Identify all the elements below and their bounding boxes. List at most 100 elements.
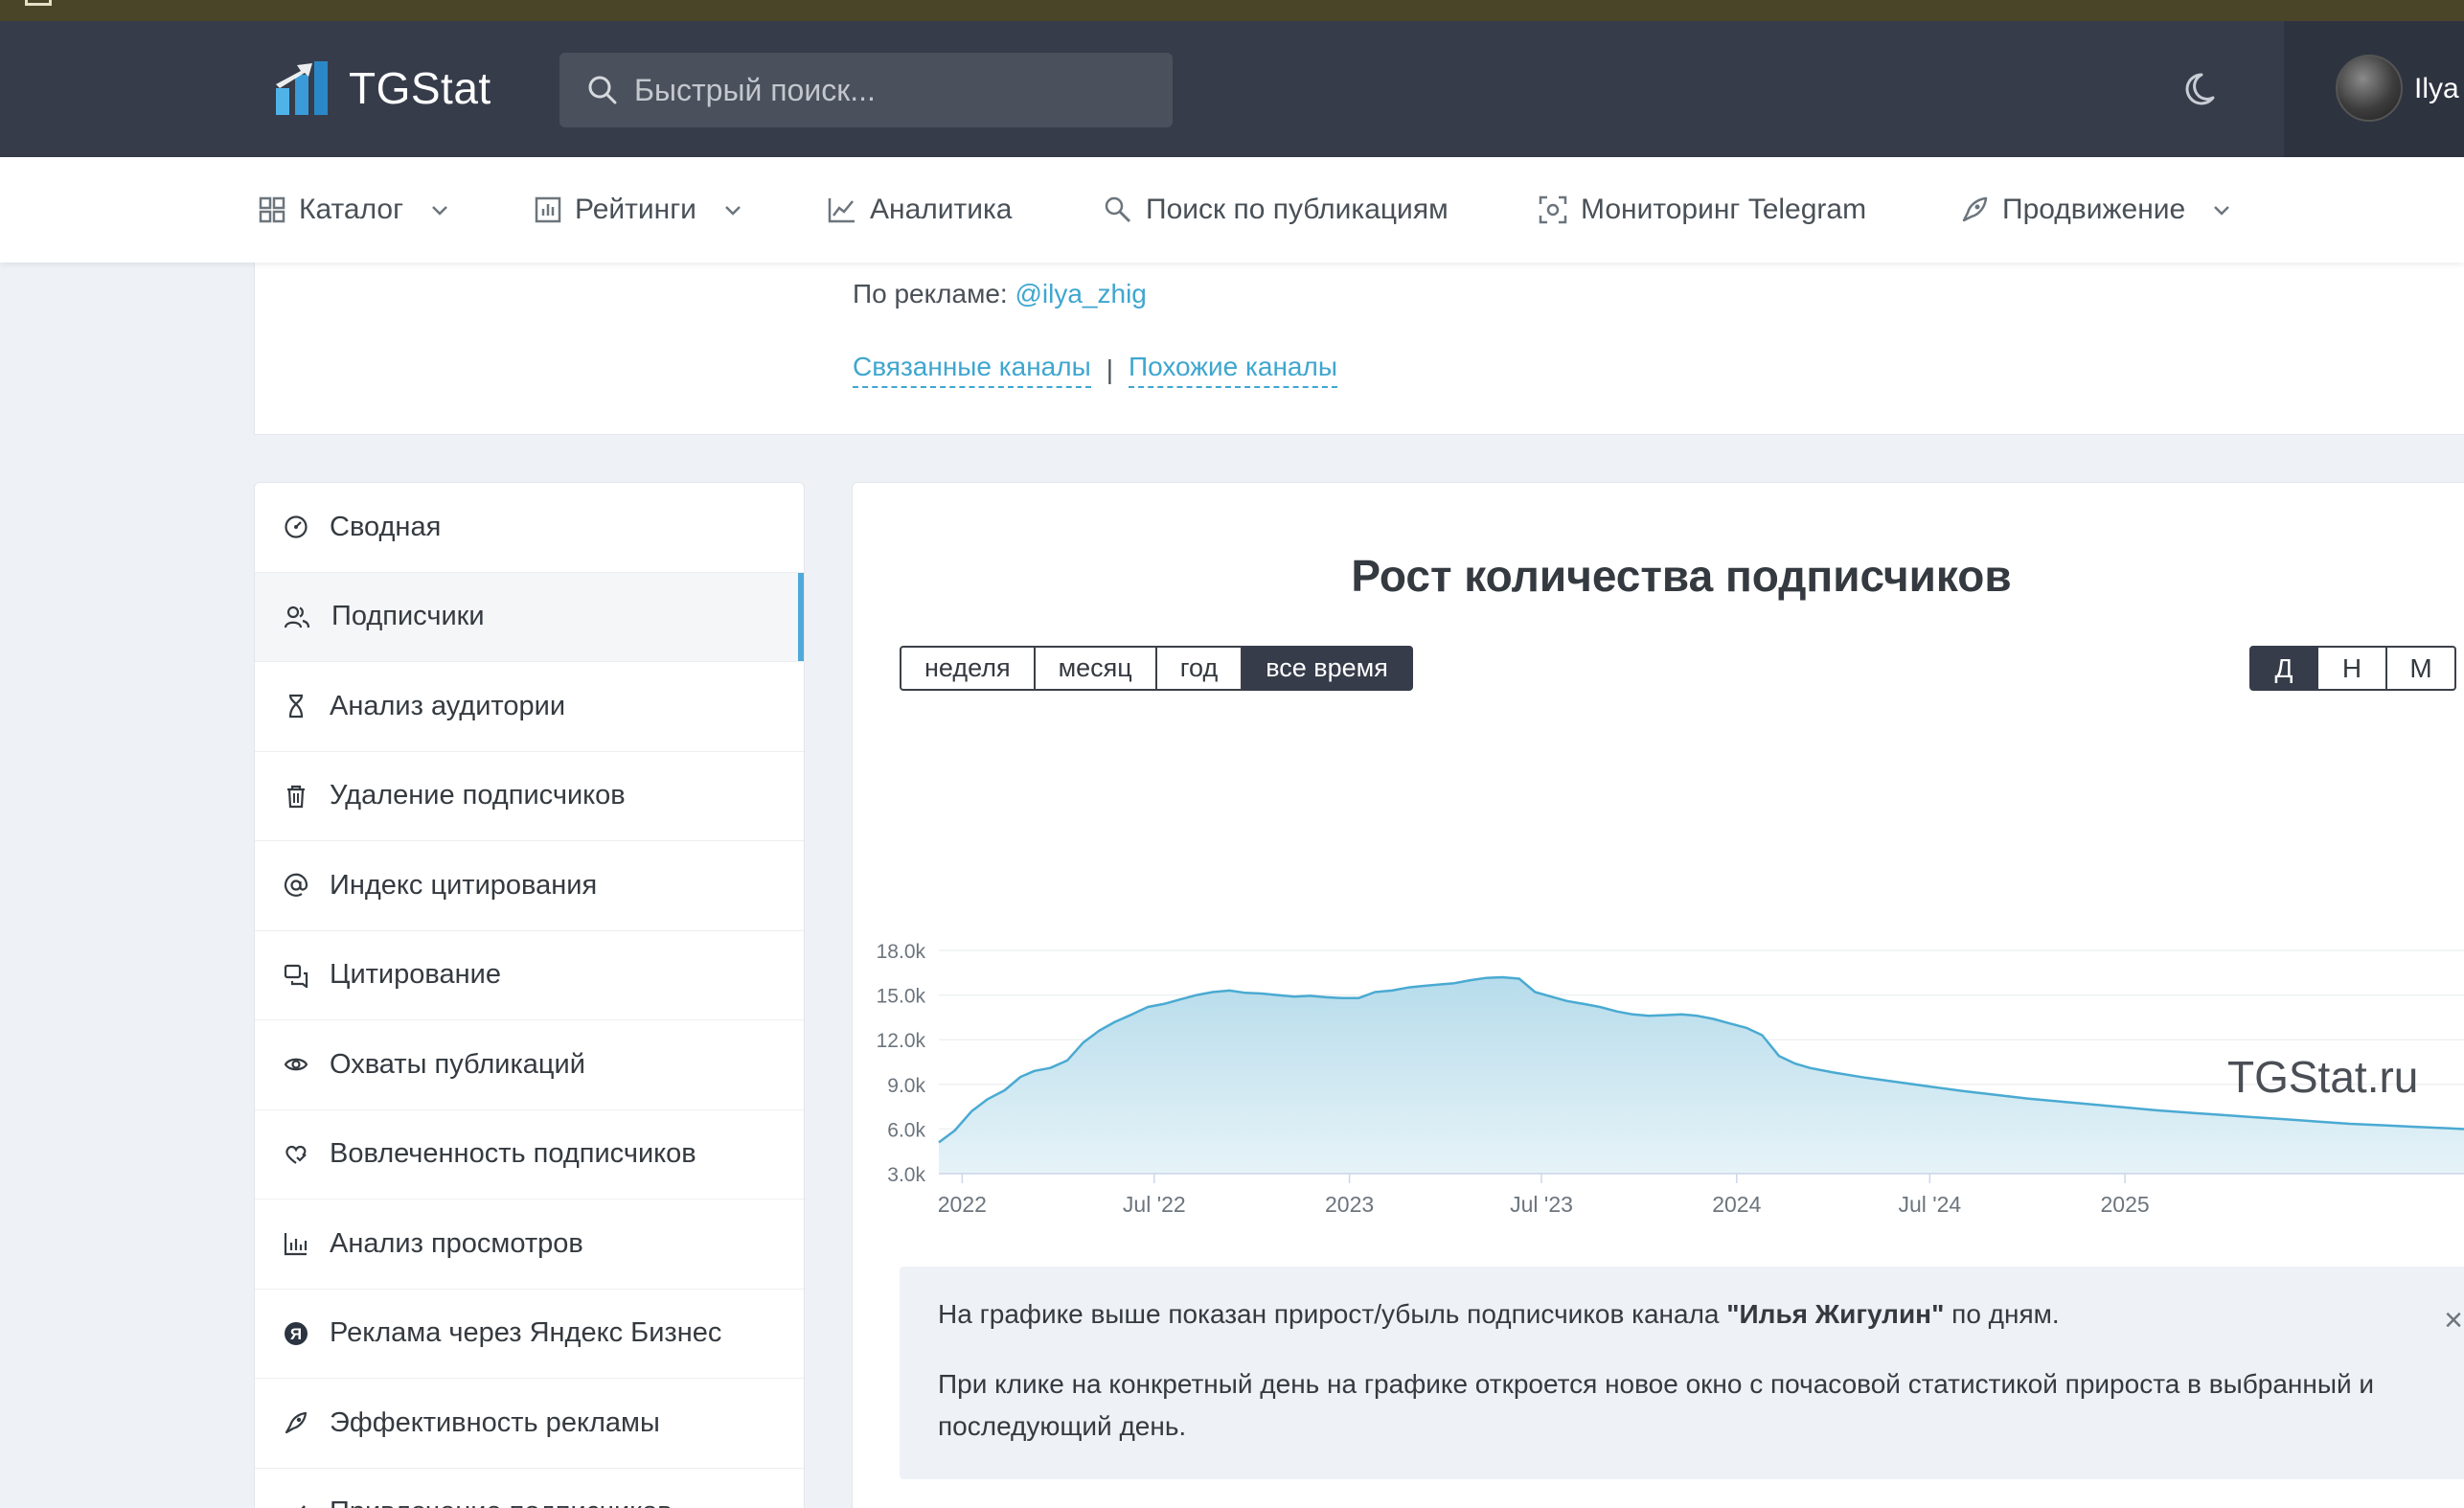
- sidebar-item-label: Цитирование: [330, 959, 501, 991]
- x-tick-label: Jul '22: [1123, 1192, 1186, 1217]
- range-month-button[interactable]: месяц: [1035, 646, 1157, 691]
- sidebar-item-label: Привлечение подписчиков: [330, 1497, 673, 1508]
- ad-contact-link[interactable]: @ilya_zhig: [1015, 279, 1146, 308]
- nav-catalog[interactable]: Каталог: [259, 157, 449, 263]
- hourglass-icon: [288, 695, 304, 719]
- similar-channels-link[interactable]: Похожие каналы: [1128, 352, 1337, 388]
- sidebar-item-unsubscribes[interactable]: Удаление подписчиков: [255, 752, 804, 841]
- range-selector: неделя месяц год все время: [900, 646, 1413, 691]
- info-line-2: При клике на конкретный день на графике …: [938, 1369, 2374, 1441]
- granularity-day-button[interactable]: Д: [2249, 646, 2318, 691]
- range-week-button[interactable]: неделя: [900, 646, 1036, 691]
- chevron-down-icon: [432, 206, 447, 216]
- sidebar-item-subscribers[interactable]: Подписчики: [255, 572, 804, 662]
- nav-ratings[interactable]: Рейтинги: [535, 157, 742, 263]
- at-icon: [284, 873, 308, 898]
- x-tick-label: Jul '24: [1898, 1192, 1961, 1217]
- x-tick-label: 2025: [2101, 1192, 2150, 1217]
- related-channels-link[interactable]: Связанные каналы: [853, 352, 1091, 388]
- links-separator: |: [1106, 354, 1113, 384]
- sidebar-item-acquisition[interactable]: Привлечение подписчиков: [255, 1469, 804, 1508]
- granularity-month-button[interactable]: М: [2387, 646, 2456, 691]
- y-tick-label: 3.0k: [887, 1164, 925, 1186]
- sidebar-item-engagement[interactable]: Вовлеченность подписчиков: [255, 1110, 804, 1200]
- sidebar-item-summary[interactable]: Сводная: [255, 483, 804, 573]
- sidebar-item-label: Вовлеченность подписчиков: [330, 1138, 696, 1170]
- grid-icon: [259, 196, 285, 223]
- trash-icon: [287, 785, 305, 808]
- bar-chart-icon: [535, 196, 561, 223]
- quote-icon: [284, 964, 308, 988]
- sidebar-item-reach[interactable]: Охваты публикаций: [255, 1020, 804, 1110]
- subscribers-chart-card: Рост количества подписчиков неделя месяц…: [852, 482, 2464, 1508]
- chevron-down-icon: [725, 206, 741, 216]
- window-corner-icon: [25, 0, 52, 6]
- nav-label: Аналитика: [870, 194, 1013, 225]
- sidebar-item-label: Удаление подписчиков: [330, 780, 626, 811]
- theme-toggle[interactable]: [2184, 69, 2224, 114]
- sidebar-item-yandex-ads[interactable]: Я Реклама через Яндекс Бизнес: [255, 1290, 804, 1379]
- monitor-icon: [1539, 195, 1567, 224]
- engagement-icon: [285, 1145, 307, 1164]
- nav-promotion[interactable]: Продвижение: [1960, 157, 2231, 263]
- chart-info-box: На графике выше показан прирост/убыль по…: [900, 1267, 2464, 1479]
- subscribers-area-chart[interactable]: 3.0k 6.0k 9.0k 12.0k 15.0k 18.0k 2022 Jul '22 20…: [853, 742, 2464, 1259]
- search-icon: [588, 76, 617, 104]
- search-input[interactable]: [634, 72, 1132, 108]
- brand-name: TGStat: [349, 63, 491, 113]
- sidebar-item-citations[interactable]: Цитирование: [255, 931, 804, 1020]
- x-tick-label: 2022: [938, 1192, 987, 1217]
- info-text: На графике выше показан прирост/убыль по…: [938, 1299, 1727, 1329]
- os-menubar-strip: [0, 0, 2464, 21]
- y-tick-label: 6.0k: [887, 1119, 925, 1141]
- range-year-button[interactable]: год: [1156, 646, 1243, 691]
- users-icon: [284, 605, 310, 628]
- eye-icon: [284, 1058, 308, 1071]
- user-name: Ilya: [2414, 73, 2459, 104]
- y-tick-label: 12.0k: [877, 1030, 926, 1052]
- close-icon[interactable]: ×: [2444, 1295, 2463, 1346]
- sidebar-item-ad-efficiency[interactable]: Эффективность рекламы: [255, 1379, 804, 1469]
- avatar[interactable]: [2336, 55, 2403, 122]
- y-tick-label: 15.0k: [877, 986, 926, 1008]
- brand-logo[interactable]: TGStat: [274, 59, 491, 117]
- main-nav: Каталог Рейтинги Аналитика Поиск по публ…: [0, 157, 2464, 263]
- nav-label: Мониторинг Telegram: [1581, 194, 1867, 225]
- nav-label: Рейтинги: [575, 194, 696, 225]
- nav-label: Каталог: [299, 194, 404, 225]
- user-menu[interactable]: Ilya: [2284, 21, 2464, 157]
- chevron-down-icon: [2214, 206, 2230, 216]
- range-all-time-button[interactable]: все время: [1243, 646, 1413, 691]
- nav-post-search[interactable]: Поиск по публикациям: [1104, 157, 1449, 263]
- top-header: TGStat Ilya: [0, 21, 2464, 157]
- views-chart-icon: [284, 1233, 308, 1256]
- ad-label: По рекламе:: [853, 279, 1008, 308]
- ad-contact-line: По рекламе: @ilya_zhig: [853, 279, 1147, 309]
- granularity-selector: Д Н М: [2249, 646, 2456, 691]
- info-line-1: На графике выше показан прирост/убыль по…: [938, 1293, 2461, 1335]
- sidebar-item-label: Сводная: [330, 511, 442, 542]
- chart-watermark: TGStat.ru: [2227, 1052, 2419, 1102]
- related-links: Связанные каналы | Похожие каналы: [853, 352, 1337, 388]
- y-tick-label: 18.0k: [877, 941, 926, 963]
- sidebar-item-label: Индекс цитирования: [330, 869, 598, 901]
- sidebar-item-audience-analysis[interactable]: Анализ аудитории: [255, 662, 804, 752]
- moon-icon: [2185, 73, 2215, 105]
- sidebar-item-label: Эффективность рекламы: [330, 1406, 660, 1438]
- search-doc-icon: [1105, 196, 1131, 223]
- sidebar-item-views-analysis[interactable]: Анализ просмотров: [255, 1200, 804, 1290]
- rocket-icon: [285, 1412, 308, 1434]
- nav-analytics[interactable]: Аналитика: [828, 157, 1013, 263]
- sidebar-item-citation-index[interactable]: Индекс цитирования: [255, 841, 804, 931]
- nav-monitoring[interactable]: Мониторинг Telegram: [1539, 157, 1866, 263]
- quick-search[interactable]: [559, 53, 1173, 127]
- yandex-icon: Я: [285, 1321, 308, 1345]
- stats-sidebar: Сводная Подписчики Анализ аудитории Удал…: [254, 482, 805, 1508]
- sidebar-item-label: Подписчики: [331, 601, 485, 632]
- line-chart-icon: [828, 198, 855, 223]
- nav-label: Поиск по публикациям: [1146, 194, 1449, 225]
- granularity-week-button[interactable]: Н: [2318, 646, 2387, 691]
- sidebar-item-label: Анализ просмотров: [330, 1227, 583, 1259]
- dashboard-icon: [285, 515, 308, 538]
- chart-title: Рост количества подписчиков: [1351, 551, 2012, 601]
